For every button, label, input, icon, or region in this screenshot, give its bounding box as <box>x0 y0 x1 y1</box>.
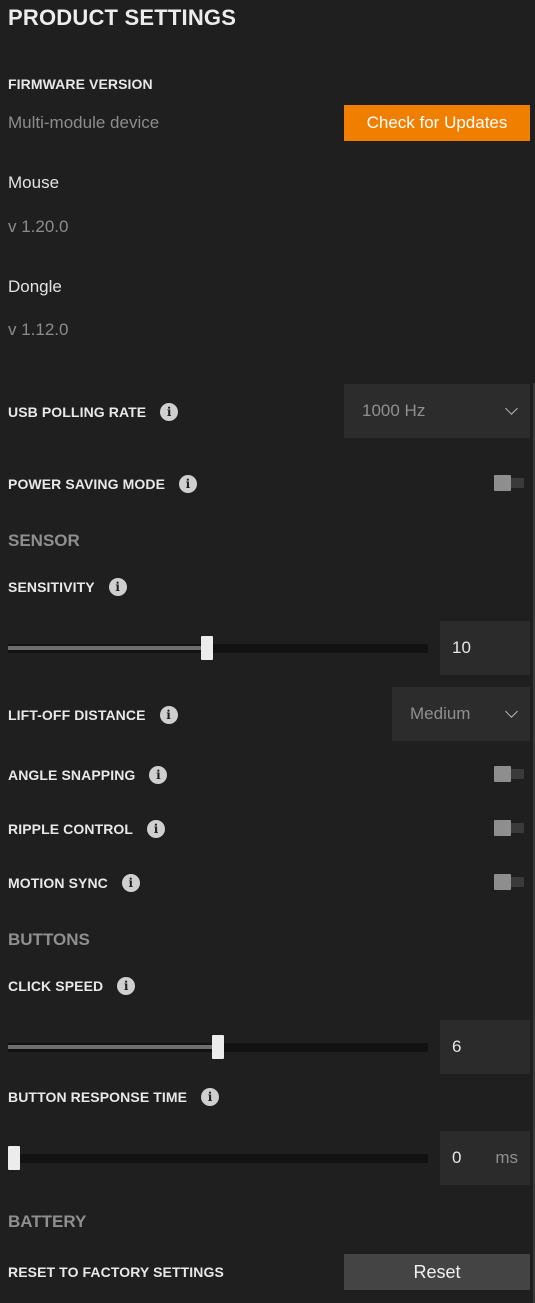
response-time-label-text: BUTTON RESPONSE TIME <box>8 1089 188 1105</box>
firmware-label: FIRMWARE VERSION <box>8 76 153 92</box>
response-time-unit: ms <box>495 1148 518 1167</box>
ripple-control-label-text: RIPPLE CONTROL <box>8 821 134 837</box>
device-type: Multi-module device <box>8 113 160 132</box>
click-speed-value: 6 <box>452 1037 462 1056</box>
lift-off-label-text: LIFT-OFF DISTANCE <box>8 707 146 723</box>
info-icon[interactable]: i <box>201 1088 220 1106</box>
reset-button[interactable]: Reset <box>344 1254 530 1290</box>
motion-sync-label-text: MOTION SYNC <box>8 875 108 891</box>
info-icon[interactable]: i <box>149 766 168 784</box>
ripple-control-toggle[interactable] <box>494 820 524 836</box>
info-icon[interactable]: i <box>121 874 140 892</box>
usb-polling-value: 1000 Hz <box>362 401 426 420</box>
section-heading-sensor: SENSOR <box>8 531 80 550</box>
module-name-mouse: Mouse <box>8 173 60 192</box>
usb-polling-label: USB POLLING RATE i <box>8 403 179 421</box>
section-heading-buttons: BUTTONS <box>8 930 90 949</box>
toggle-knob <box>494 766 511 782</box>
angle-snapping-toggle[interactable] <box>494 766 524 782</box>
click-speed-label: CLICK SPEED i <box>8 977 136 995</box>
power-saving-label-text: POWER SAVING MODE <box>8 476 166 492</box>
info-icon[interactable]: i <box>159 706 178 724</box>
sensitivity-input[interactable]: 10 <box>440 621 530 675</box>
angle-snapping-label-text: ANGLE SNAPPING <box>8 767 136 783</box>
click-speed-label-text: CLICK SPEED <box>8 978 104 994</box>
sensitivity-slider[interactable] <box>8 636 428 660</box>
response-time-slider[interactable] <box>8 1146 428 1170</box>
slider-thumb[interactable] <box>201 636 213 660</box>
slider-thumb[interactable] <box>8 1146 20 1170</box>
info-icon[interactable]: i <box>179 475 198 493</box>
sensitivity-value: 10 <box>452 638 471 657</box>
response-time-label: BUTTON RESPONSE TIME i <box>8 1088 220 1106</box>
click-speed-input[interactable]: 6 <box>440 1020 530 1074</box>
section-heading-battery: BATTERY <box>8 1212 87 1231</box>
slider-fill <box>8 1045 212 1049</box>
info-icon[interactable]: i <box>160 403 179 421</box>
sensitivity-label: SENSITIVITY i <box>8 578 127 596</box>
toggle-knob <box>494 475 511 491</box>
module-version-dongle: v 1.12.0 <box>8 320 69 339</box>
sensitivity-label-text: SENSITIVITY <box>8 579 95 595</box>
toggle-knob <box>494 874 511 890</box>
slider-fill <box>8 646 201 650</box>
motion-sync-label: MOTION SYNC i <box>8 874 140 892</box>
lift-off-label: LIFT-OFF DISTANCE i <box>8 706 178 724</box>
slider-rail <box>8 1154 428 1163</box>
module-name-dongle: Dongle <box>8 277 62 296</box>
lift-off-select[interactable]: Medium <box>392 687 530 741</box>
toggle-knob <box>494 820 511 836</box>
angle-snapping-label: ANGLE SNAPPING i <box>8 766 168 784</box>
slider-thumb[interactable] <box>212 1035 224 1059</box>
chevron-down-icon <box>505 705 518 718</box>
usb-polling-label-text: USB POLLING RATE <box>8 404 147 420</box>
info-icon[interactable]: i <box>147 820 166 838</box>
reset-factory-label: RESET TO FACTORY SETTINGS <box>8 1264 224 1280</box>
ripple-control-label: RIPPLE CONTROL i <box>8 820 166 838</box>
check-updates-button[interactable]: Check for Updates <box>344 105 530 141</box>
page-title: PRODUCT SETTINGS <box>8 5 237 30</box>
motion-sync-toggle[interactable] <box>494 874 524 890</box>
response-time-input[interactable]: 0 ms <box>440 1131 530 1185</box>
power-saving-label: POWER SAVING MODE i <box>8 475 198 493</box>
power-saving-toggle[interactable] <box>494 475 524 491</box>
usb-polling-select[interactable]: 1000 Hz <box>344 384 530 438</box>
info-icon[interactable]: i <box>108 578 127 596</box>
click-speed-slider[interactable] <box>8 1035 428 1059</box>
chevron-down-icon <box>505 402 518 415</box>
lift-off-value: Medium <box>410 704 471 723</box>
module-version-mouse: v 1.20.0 <box>8 217 69 236</box>
info-icon[interactable]: i <box>117 977 136 995</box>
response-time-value: 0 <box>452 1148 462 1167</box>
